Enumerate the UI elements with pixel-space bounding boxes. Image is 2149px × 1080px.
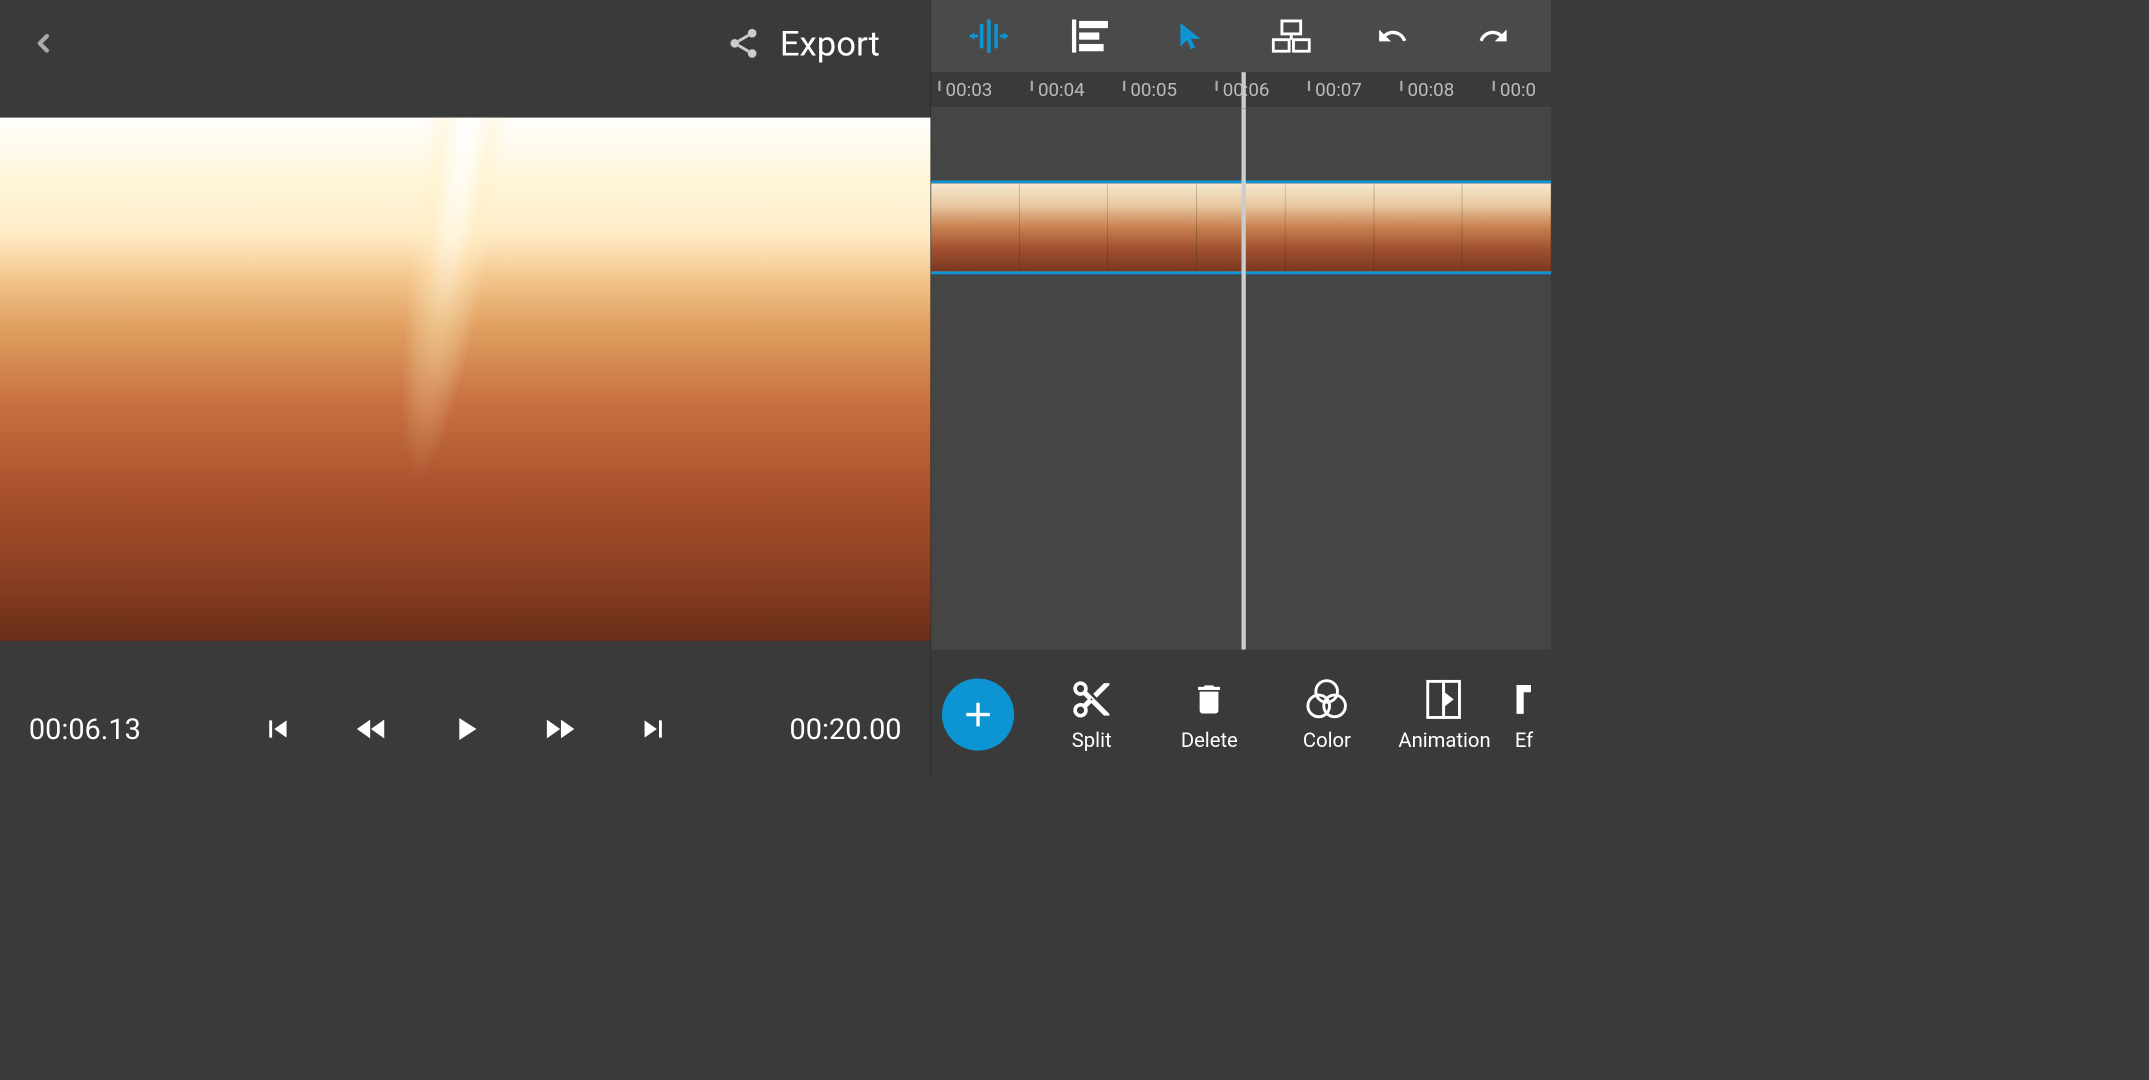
ruler-tick	[1216, 81, 1218, 91]
skip-end-button[interactable]	[631, 707, 674, 750]
rewind-icon	[353, 710, 391, 748]
tool-bar	[931, 0, 1551, 72]
video-preview[interactable]	[0, 117, 930, 640]
align-tool[interactable]	[1064, 11, 1115, 62]
split-action[interactable]: Split	[1037, 677, 1146, 751]
audio-waveform-tool[interactable]	[964, 11, 1015, 62]
ruler-tick	[1308, 81, 1310, 91]
animation-action[interactable]: Animation	[1390, 677, 1499, 751]
waveform-icon	[967, 18, 1010, 54]
transport-controls	[173, 707, 757, 750]
export-button[interactable]: Export	[780, 23, 909, 64]
skip-next-icon	[636, 712, 671, 747]
fast-forward-button[interactable]	[537, 707, 580, 750]
undo-icon	[1373, 20, 1412, 52]
transport-bar: 00:06.13 00:20.00	[0, 678, 930, 779]
layout-icon	[1272, 19, 1311, 52]
ruler-tick	[1123, 81, 1125, 91]
clip-thumbnail	[1285, 183, 1374, 271]
ruler-label: 00:08	[1408, 79, 1455, 101]
color-action[interactable]: Color	[1272, 677, 1381, 751]
pointer-tool[interactable]	[1165, 11, 1216, 62]
cursor-icon	[1175, 18, 1207, 54]
share-icon	[726, 26, 761, 61]
timeline-panel: 00:03 00:04 00:05 00:06 00:07 00:08 00:0 Split	[930, 0, 1551, 780]
clip-thumbnail	[1020, 183, 1109, 271]
effects-label: Ef	[1515, 728, 1533, 752]
clip-thumbnail	[1463, 183, 1552, 271]
play-icon	[446, 710, 484, 748]
redo-button[interactable]	[1468, 11, 1519, 62]
ruler-tick	[1031, 81, 1033, 91]
rewind-button[interactable]	[350, 707, 393, 750]
color-label: Color	[1303, 728, 1351, 752]
playhead[interactable]	[1241, 108, 1245, 649]
preview-panel: Export 00:06.13 00:20.00	[0, 0, 930, 780]
timeline-ruler[interactable]: 00:03 00:04 00:05 00:06 00:07 00:08 00:0	[931, 72, 1551, 108]
scissors-icon	[1070, 677, 1113, 720]
delete-label: Delete	[1181, 728, 1238, 752]
delete-action[interactable]: Delete	[1155, 677, 1264, 751]
ruler-label: 00:07	[1315, 79, 1362, 101]
undo-button[interactable]	[1367, 11, 1418, 62]
chevron-left-icon	[29, 25, 58, 61]
ruler-tick	[938, 81, 940, 91]
skip-previous-icon	[260, 712, 295, 747]
redo-icon	[1474, 20, 1513, 52]
fast-forward-icon	[540, 710, 578, 748]
clip-thumbnail	[931, 183, 1020, 271]
align-left-icon	[1072, 19, 1108, 52]
play-button[interactable]	[444, 707, 487, 750]
ruler-tick	[1493, 81, 1495, 91]
back-button[interactable]	[22, 22, 65, 65]
skip-start-button[interactable]	[256, 707, 299, 750]
add-button[interactable]	[942, 678, 1014, 750]
current-time: 00:06.13	[29, 712, 173, 746]
share-button[interactable]	[722, 22, 765, 65]
layout-tool[interactable]	[1266, 11, 1317, 62]
ruler-label: 00:03	[946, 79, 993, 101]
plus-icon	[958, 694, 998, 734]
split-label: Split	[1072, 728, 1112, 752]
color-circles-icon	[1305, 678, 1348, 720]
timeline-area[interactable]	[931, 108, 1551, 649]
ruler-label: 00:06	[1223, 79, 1270, 101]
animation-icon	[1425, 678, 1464, 720]
clip-thumbnail	[1108, 183, 1197, 271]
animation-label: Animation	[1398, 728, 1490, 752]
ruler-label: 00:0	[1500, 79, 1536, 101]
preview-area	[0, 87, 930, 672]
top-bar: Export	[0, 0, 930, 87]
ruler-tick	[1400, 81, 1402, 91]
clip-thumbnail	[1374, 183, 1463, 271]
effects-icon	[1513, 681, 1535, 717]
duration-time: 00:20.00	[757, 712, 901, 746]
ruler-label: 00:04	[1038, 79, 1085, 101]
action-bar: Split Delete Color Animation Ef	[931, 650, 1551, 780]
trash-icon	[1191, 678, 1229, 720]
effects-action-partial[interactable]: Ef	[1508, 677, 1541, 751]
ruler-label: 00:05	[1130, 79, 1177, 101]
